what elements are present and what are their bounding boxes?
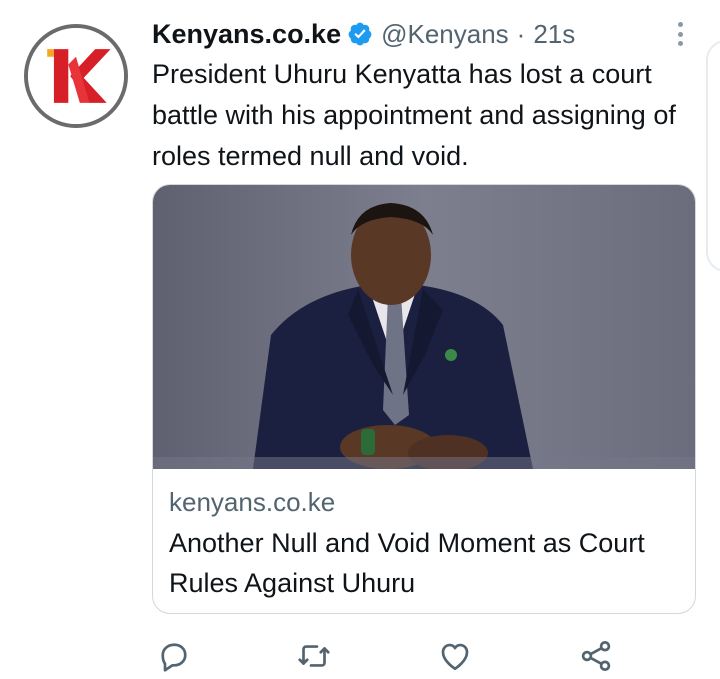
tweet-actions <box>0 638 720 674</box>
card-domain: kenyans.co.ke <box>169 487 336 517</box>
tweet-header: Kenyans.co.ke @Kenyans · 21s <box>152 14 575 54</box>
tweet-text: President Uhuru Kenyatta has lost a cour… <box>152 59 676 171</box>
retweet-icon[interactable] <box>296 638 332 674</box>
user-handle[interactable]: @Kenyans <box>381 19 509 50</box>
adjacent-panel-edge <box>706 40 720 272</box>
card-title: Another Null and Void Moment as Court Ru… <box>169 528 645 598</box>
link-card[interactable]: kenyans.co.ke Another Null and Void Mome… <box>152 184 696 614</box>
more-options-icon[interactable] <box>668 18 692 50</box>
heart-icon[interactable] <box>437 638 473 674</box>
share-icon[interactable] <box>578 638 614 674</box>
timestamp[interactable]: 21s <box>533 19 575 50</box>
article-photo <box>153 185 695 469</box>
separator-dot: · <box>516 18 526 49</box>
reply-icon[interactable] <box>156 638 192 674</box>
kenyans-logo-icon[interactable] <box>24 24 128 128</box>
verified-badge-icon <box>347 21 373 47</box>
display-name[interactable]: Kenyans.co.ke <box>152 19 341 50</box>
